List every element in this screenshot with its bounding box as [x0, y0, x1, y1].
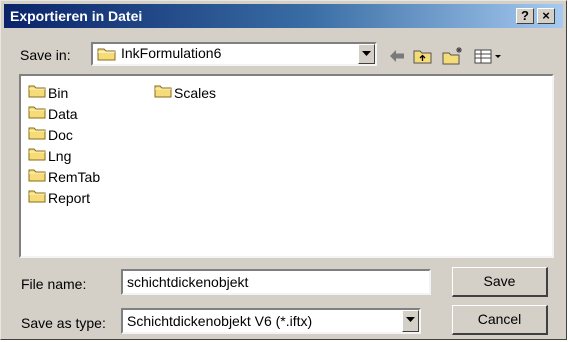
help-button[interactable]: ?	[516, 8, 534, 24]
folder-icon	[28, 147, 46, 166]
close-button[interactable]: ×	[537, 8, 555, 24]
save-as-type-value: Schichtdickenobjekt V6 (*.iftx)	[127, 313, 313, 329]
save-in-combo[interactable]: InkFormulation6	[91, 42, 377, 66]
folder-icon	[97, 46, 117, 67]
save-button[interactable]: Save	[452, 267, 548, 297]
folder-icon	[28, 126, 46, 145]
folder-list: Bin Data Doc Lng RemTab Report Scales	[21, 76, 552, 256]
folder-name: Lng	[48, 148, 72, 164]
folder-name: Bin	[48, 85, 69, 101]
chevron-down-icon	[362, 51, 371, 56]
chevron-down-icon	[406, 317, 415, 322]
folder-name: Report	[48, 190, 91, 206]
list-item[interactable]: RemTab	[28, 167, 100, 187]
folder-icon	[154, 84, 172, 103]
list-item[interactable]: Bin	[28, 83, 68, 103]
back-arrow-icon[interactable]	[387, 45, 407, 67]
folder-icon	[28, 168, 46, 187]
export-dialog: Exportieren in Datei ? × Save in: InkFor…	[0, 0, 567, 340]
list-item[interactable]: Lng	[28, 146, 71, 166]
save-as-type-dropdown-button[interactable]	[402, 310, 419, 332]
cancel-button[interactable]: Cancel	[452, 305, 548, 335]
file-name-field[interactable]: schichtdickenobjekt	[121, 269, 431, 295]
folder-name: Scales	[174, 85, 217, 101]
folder-icon	[28, 189, 46, 208]
save-as-type-select[interactable]: Schichtdickenobjekt V6 (*.iftx)	[121, 308, 421, 334]
save-in-label: Save in:	[20, 47, 71, 63]
folder-name: Doc	[48, 127, 73, 143]
list-item[interactable]: Data	[28, 104, 78, 124]
dialog-title: Exportieren in Datei	[10, 8, 143, 24]
save-as-type-label: Save as type:	[21, 315, 106, 331]
folder-name: Data	[48, 106, 78, 122]
title-bar[interactable]: Exportieren in Datei ? ×	[4, 4, 563, 28]
file-name-label: File name:	[21, 276, 87, 292]
new-folder-icon[interactable]	[441, 45, 465, 67]
save-in-dropdown-button[interactable]	[358, 44, 375, 64]
file-name-value: schichtdickenobjekt	[127, 274, 249, 290]
folder-icon	[28, 84, 46, 103]
up-folder-icon[interactable]	[412, 45, 434, 67]
view-menu-icon[interactable]	[473, 45, 505, 67]
list-item[interactable]: Scales	[154, 83, 216, 103]
list-item[interactable]: Doc	[28, 125, 73, 145]
folder-icon	[28, 105, 46, 124]
save-in-value: InkFormulation6	[121, 45, 222, 61]
folder-name: RemTab	[48, 169, 101, 185]
list-item[interactable]: Report	[28, 188, 90, 208]
